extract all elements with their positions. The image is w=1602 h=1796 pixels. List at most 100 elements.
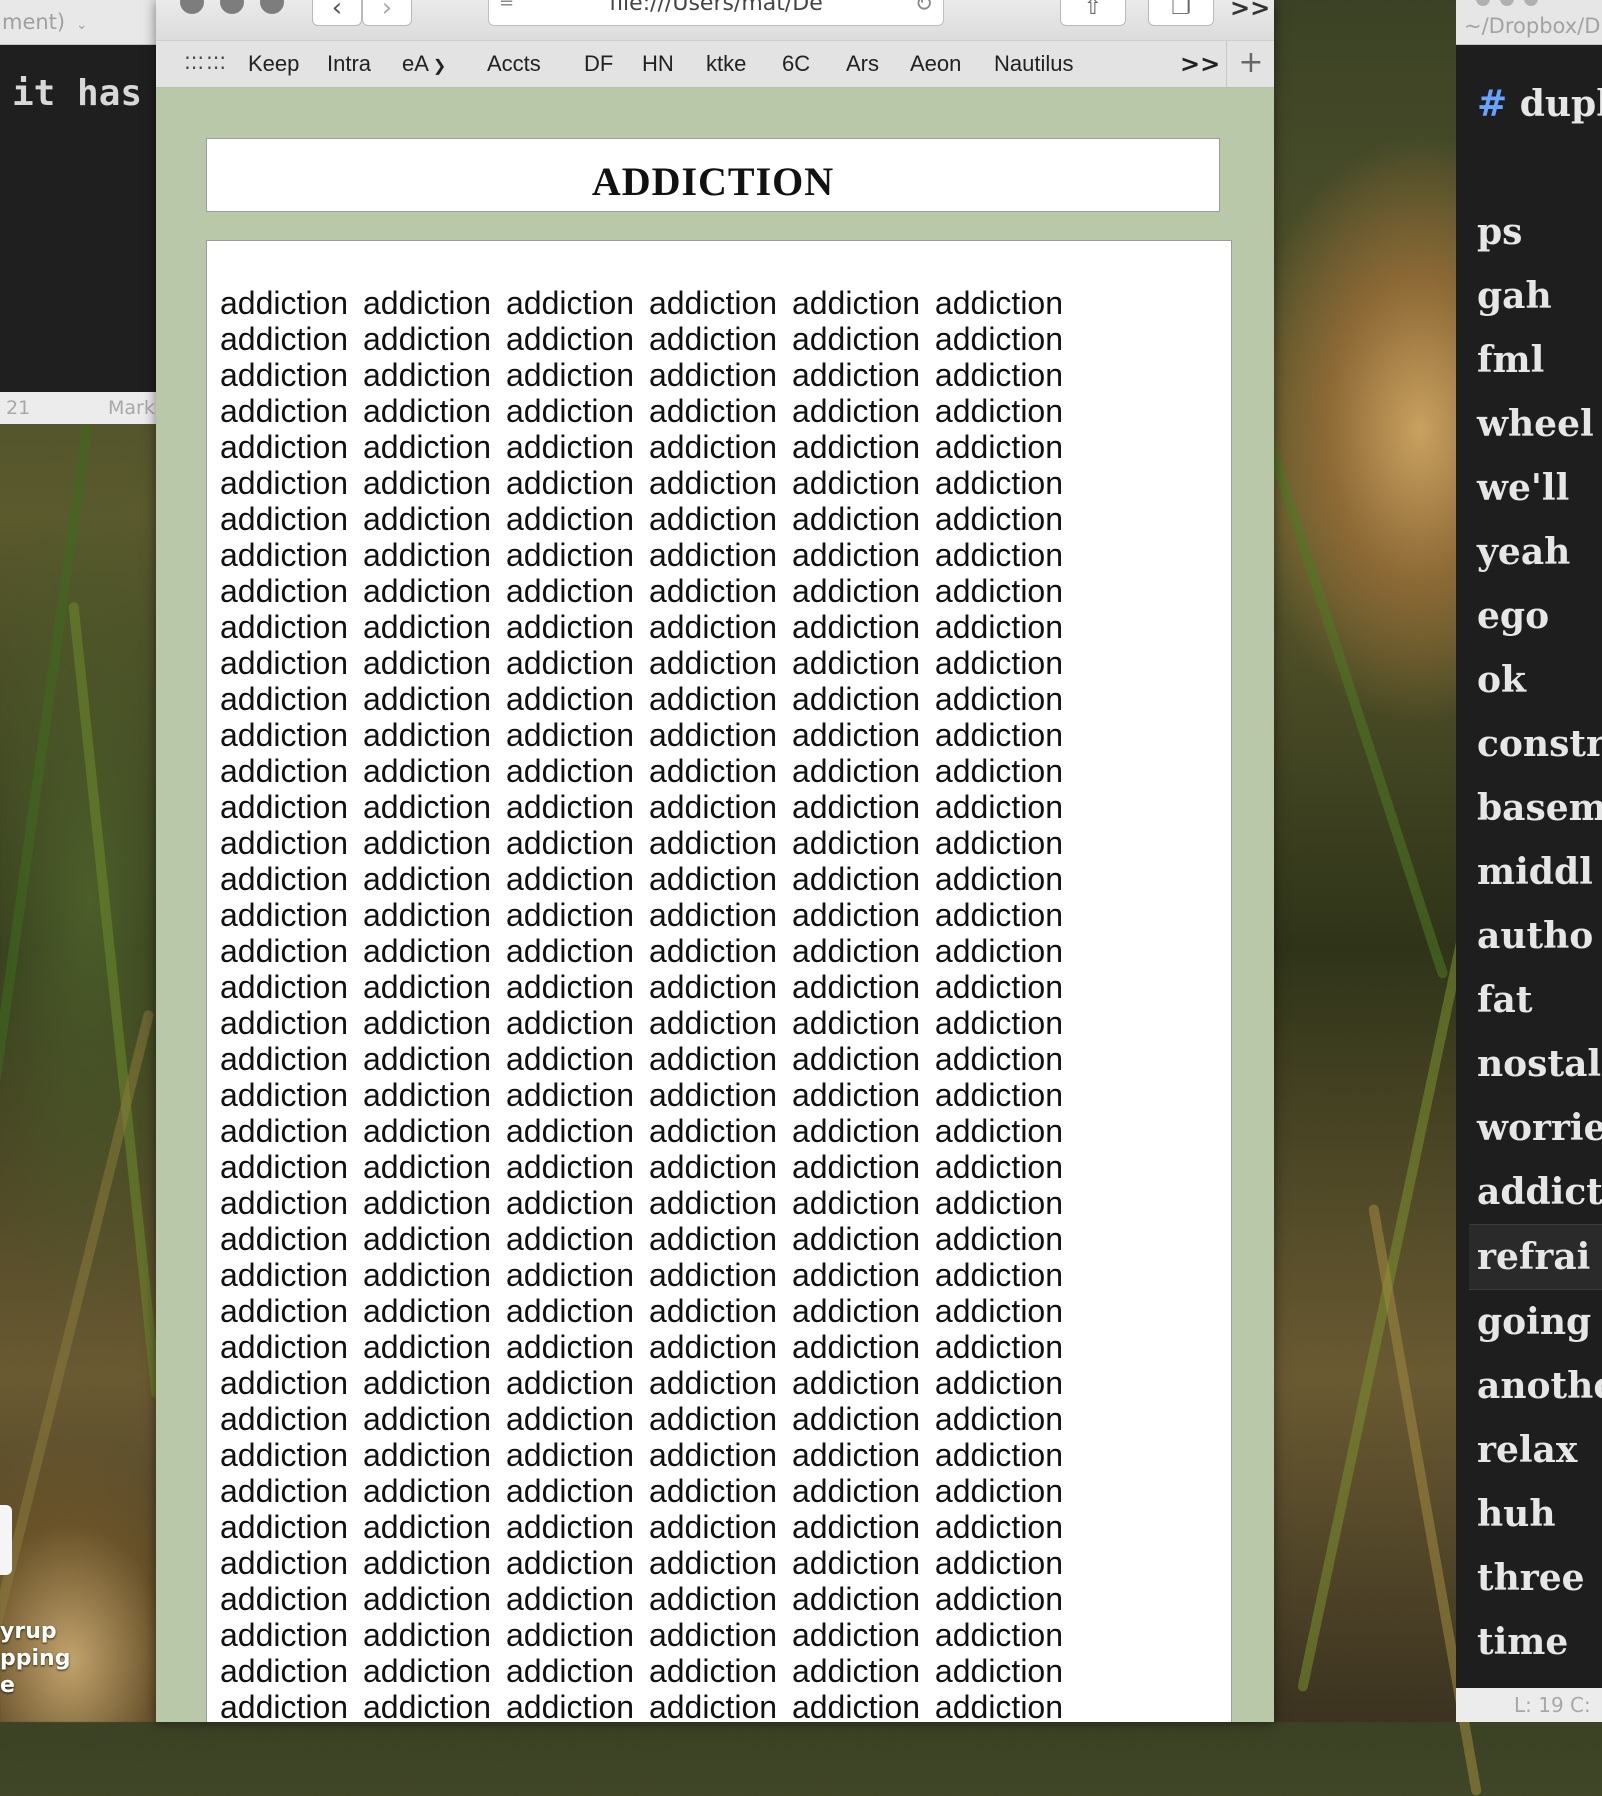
- bookmark-item[interactable]: Intra: [327, 41, 371, 87]
- page-title-box: ADDICTION: [206, 138, 1220, 212]
- editor-line[interactable]: worrie: [1477, 1096, 1602, 1160]
- left-editor-mode: Mark: [108, 397, 155, 419]
- left-editor-window[interactable]: ment) ⌄ it has 21 Mark: [0, 0, 156, 424]
- minimize-window-button[interactable]: [1500, 0, 1514, 6]
- zoom-window-button[interactable]: [260, 0, 284, 14]
- editor-line[interactable]: ego: [1477, 584, 1602, 648]
- editor-line[interactable]: [1477, 136, 1602, 200]
- desktop-file-label-line: pping: [0, 1646, 71, 1671]
- left-editor-titlebar: ment) ⌄: [0, 0, 156, 45]
- right-editor-text[interactable]: # dupl ps gah fml wheel we'll yeah ego ok constr…: [1469, 72, 1602, 1674]
- text-line: addiction addiction addiction addiction …: [220, 357, 1064, 393]
- editor-line[interactable]: # dupl: [1477, 72, 1602, 136]
- minimize-window-button[interactable]: [220, 0, 244, 14]
- chevron-down-icon: ❯: [432, 58, 447, 75]
- text-line: addiction addiction addiction addiction …: [220, 897, 1064, 933]
- editor-line[interactable]: time: [1477, 1610, 1602, 1674]
- editor-line[interactable]: relax: [1477, 1418, 1602, 1482]
- editor-line[interactable]: we'll: [1477, 456, 1602, 520]
- text-line: addiction addiction addiction addiction …: [220, 1293, 1064, 1329]
- zoom-window-button[interactable]: [1524, 0, 1538, 6]
- text-line: addiction addiction addiction addiction …: [220, 1401, 1064, 1437]
- text-line: addiction addiction addiction addiction …: [220, 1113, 1064, 1149]
- editor-line-current[interactable]: refrai: [1469, 1224, 1602, 1290]
- bookmark-item[interactable]: HN: [642, 41, 674, 87]
- tabs-icon: ❐: [1171, 0, 1191, 20]
- left-editor-title: ment): [2, 10, 66, 34]
- text-line: addiction addiction addiction addiction …: [220, 609, 1064, 645]
- close-window-button[interactable]: [180, 0, 204, 14]
- text-line: addiction addiction addiction addiction …: [220, 1545, 1064, 1581]
- bookmark-item[interactable]: Accts: [487, 41, 541, 87]
- bookmark-item[interactable]: Ars: [846, 41, 879, 87]
- bookmark-item[interactable]: Nautilus: [994, 41, 1073, 87]
- bookmark-item[interactable]: ktke: [706, 41, 746, 87]
- text-line: addiction addiction addiction addiction …: [220, 1473, 1064, 1509]
- editor-line[interactable]: fat: [1477, 968, 1602, 1032]
- tabs-button[interactable]: ❐: [1148, 0, 1214, 26]
- address-url: file:///Users/mat/De: [609, 0, 823, 16]
- bookmark-item[interactable]: Aeon: [910, 41, 961, 87]
- text-line: addiction addiction addiction addiction …: [220, 573, 1064, 609]
- bookmark-folder-label: eA: [402, 51, 429, 76]
- text-line: addiction addiction addiction addiction …: [220, 1257, 1064, 1293]
- share-icon: ⇧: [1083, 0, 1103, 20]
- address-bar[interactable]: ≡ file:///Users/mat/De ↻: [488, 0, 944, 26]
- text-line: addiction addiction addiction addiction …: [220, 1221, 1064, 1257]
- text-line: addiction addiction addiction addiction …: [220, 429, 1064, 465]
- text-line: addiction addiction addiction addiction …: [220, 717, 1064, 753]
- chevron-down-icon: ⌄: [75, 17, 88, 33]
- bookmark-item[interactable]: DF: [584, 41, 613, 87]
- text-line: addiction addiction addiction addiction …: [220, 1437, 1064, 1473]
- editor-line[interactable]: ps: [1477, 200, 1602, 264]
- reload-icon[interactable]: ↻: [915, 0, 933, 16]
- bookmarks-bar: ⋯⋯ ⋯⋯ Keep Intra eA ❯ Accts DF HN ktke 6C …: [156, 40, 1274, 88]
- text-line: addiction addiction addiction addiction …: [220, 393, 1064, 429]
- share-button[interactable]: ⇧: [1060, 0, 1126, 26]
- desktop-file-label[interactable]: yrup pping e: [0, 1618, 70, 1699]
- desktop-file-icon[interactable]: [0, 1505, 12, 1575]
- text-line: addiction addiction addiction addiction …: [220, 681, 1064, 717]
- text-line: addiction addiction addiction addiction …: [220, 1005, 1064, 1041]
- plus-icon: +: [1238, 45, 1264, 80]
- bookmark-item[interactable]: 6C: [782, 41, 810, 87]
- editor-line[interactable]: constr: [1477, 712, 1602, 776]
- left-editor-line-number: 21: [6, 397, 31, 419]
- grid-icon[interactable]: ⋯⋯ ⋯⋯: [184, 47, 226, 77]
- forward-button[interactable]: ›: [362, 0, 412, 26]
- bookmark-folder[interactable]: eA ❯: [402, 41, 446, 87]
- editor-line[interactable]: huh: [1477, 1482, 1602, 1546]
- text-line: addiction addiction addiction addiction …: [220, 1185, 1064, 1221]
- back-button[interactable]: ‹: [312, 0, 362, 26]
- left-editor-code[interactable]: it has: [12, 73, 156, 114]
- editor-line[interactable]: gah: [1477, 264, 1602, 328]
- editor-line[interactable]: autho: [1477, 904, 1602, 968]
- chevron-right-icon: ›: [381, 0, 393, 23]
- page-title: ADDICTION: [591, 159, 835, 204]
- bookmarks-overflow-button[interactable]: >>: [1180, 41, 1220, 87]
- editor-line[interactable]: ok: [1477, 648, 1602, 712]
- text-line: addiction addiction addiction addiction …: [220, 285, 1064, 321]
- editor-line[interactable]: wheel: [1477, 392, 1602, 456]
- toolbar-overflow-button[interactable]: >>: [1230, 0, 1270, 22]
- close-window-button[interactable]: [1476, 0, 1490, 6]
- editor-line[interactable]: nostal: [1477, 1032, 1602, 1096]
- add-tab-button[interactable]: +: [1226, 41, 1274, 87]
- right-editor-window[interactable]: ~/Dropbox/D # dupl ps gah fml wheel we'll yea…: [1456, 0, 1602, 1722]
- bookmark-item[interactable]: Keep: [248, 41, 299, 87]
- editor-line[interactable]: basem: [1477, 776, 1602, 840]
- right-editor-statusbar: L: 19 C:: [1456, 1688, 1602, 1722]
- editor-line[interactable]: middl: [1477, 840, 1602, 904]
- desktop-file-label-line: e: [0, 1673, 15, 1698]
- editor-line[interactable]: going: [1477, 1290, 1602, 1354]
- editor-line[interactable]: yeah: [1477, 520, 1602, 584]
- editor-line[interactable]: anothe: [1477, 1354, 1602, 1418]
- browser-window: ‹ › ≡ file:///Users/mat/De ↻ ⇧ ❐ >> ⋯⋯ ⋯⋯…: [156, 0, 1274, 1722]
- right-editor-titlebar: ~/Dropbox/D: [1456, 0, 1602, 45]
- text-line: addiction addiction addiction addiction …: [220, 1365, 1064, 1401]
- text-line: addiction addiction addiction addiction …: [220, 501, 1064, 537]
- editor-line[interactable]: addict: [1477, 1160, 1602, 1224]
- editor-line[interactable]: three: [1477, 1546, 1602, 1610]
- text-line: addiction addiction addiction addiction …: [220, 1077, 1064, 1113]
- editor-line[interactable]: fml: [1477, 328, 1602, 392]
